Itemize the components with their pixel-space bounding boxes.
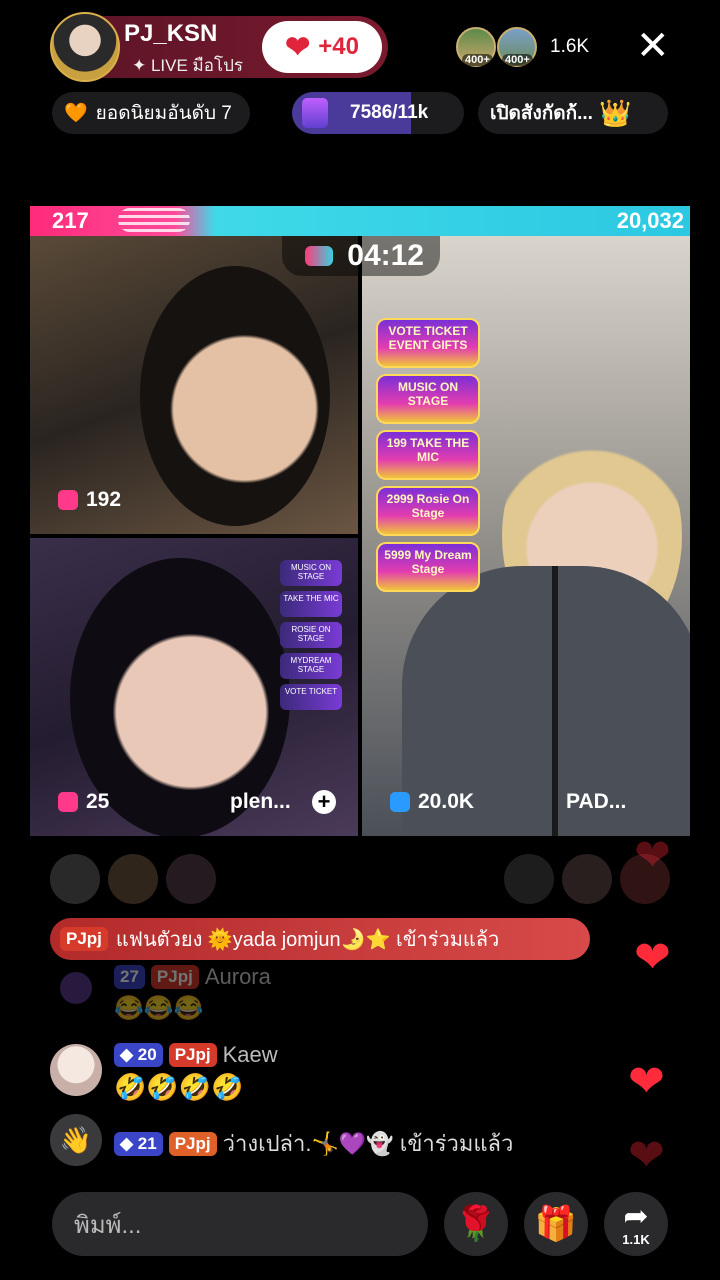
- floating-heart-icon: ❤: [628, 1131, 665, 1180]
- floating-heart-icon: ❤: [634, 831, 671, 880]
- heart-broken-icon: 🧡: [64, 103, 88, 124]
- share-button[interactable]: ➦ 1.1K: [604, 1192, 668, 1256]
- chat-username[interactable]: Aurora: [205, 964, 271, 990]
- floating-heart-icon: ❤: [628, 1057, 665, 1106]
- guest-1-count: 192: [86, 488, 122, 511]
- close-icon[interactable]: ✕: [636, 26, 670, 66]
- wave-icon: 👋: [59, 1124, 93, 1155]
- like-button[interactable]: ❤ +40: [262, 21, 382, 73]
- level-badge: ◆ 20: [114, 1043, 163, 1067]
- open-club-label: เปิดสังกัดก้...: [490, 103, 593, 124]
- fan-tag: PJpj: [168, 1131, 217, 1156]
- chat-username[interactable]: Kaew: [223, 1042, 278, 1068]
- floating-heart-icon: ❤: [634, 933, 671, 982]
- rose-gift-button[interactable]: 🌹: [444, 1192, 508, 1256]
- share-count: 1.1K: [622, 1231, 650, 1247]
- share-arrow-icon: ➦: [623, 1199, 649, 1233]
- speed-boost-icon: [118, 208, 190, 232]
- guest-2-count: 25: [86, 790, 110, 813]
- rank-label: ยอดนิยมอันดับ 7: [95, 103, 232, 124]
- chat-message-header: ◆ 20 PJpj Kaew: [114, 1042, 278, 1068]
- camera-icon: [390, 792, 410, 812]
- mini-gift-take-the-mic[interactable]: TAKE THE MIC: [280, 591, 342, 617]
- host-avatar[interactable]: [50, 12, 120, 82]
- join-banner-text: แฟนตัวยง 🌞yada jomjun🌛⭐ เข้าร่วมแล้ว: [115, 929, 500, 951]
- chat-text: 🤣🤣🤣🤣: [114, 1072, 244, 1102]
- gift-button[interactable]: 🎁: [524, 1192, 588, 1256]
- level-value: 20: [137, 1045, 157, 1064]
- level-badge: 27: [114, 965, 145, 989]
- level-value: 21: [137, 1133, 157, 1153]
- comment-input[interactable]: พิมพ์...: [52, 1192, 428, 1256]
- timer-label: 04:12: [347, 239, 424, 272]
- guest-2-name-label: plen...: [230, 790, 291, 813]
- mini-gift-vote-ticket[interactable]: VOTE TICKET: [280, 684, 342, 710]
- like-count: +40: [318, 33, 359, 60]
- viewer-count[interactable]: 1.6K: [550, 36, 589, 58]
- rose-icon: 🌹: [454, 1205, 498, 1243]
- chat-text: 😂😂😂: [114, 995, 204, 1022]
- open-club-chip[interactable]: เปิดสังกัดก้... 👑: [478, 92, 668, 134]
- guest-2-name[interactable]: plen...: [230, 790, 291, 814]
- viewer-badge-2: 400+: [502, 54, 533, 66]
- gift-take-the-mic[interactable]: 199 TAKE THE MIC: [376, 430, 480, 480]
- guest-3-stat: 20.0K: [390, 790, 474, 814]
- mini-gift-music-on-stage[interactable]: MUSIC ON STAGE: [280, 560, 342, 586]
- battle-score-left: 217: [52, 208, 89, 233]
- battle-score-right: 20,032: [616, 208, 684, 233]
- chat-avatar-wave[interactable]: 👋: [50, 1114, 102, 1166]
- host-subtitle: ✦ LIVE มือโปร: [132, 56, 244, 75]
- guest-1-stat: 192: [58, 488, 121, 512]
- comment-placeholder: พิมพ์...: [74, 1211, 142, 1239]
- fan-tag: PJpj: [60, 927, 108, 951]
- rank-chip[interactable]: 🧡 ยอดนิยมอันดับ 7: [52, 92, 250, 134]
- gift-my-dream-stage[interactable]: 5999 My Dream Stage: [376, 542, 480, 592]
- chat-message-2: ◆ 21 PJpj ว่างเปล่า.🤸💜👻 เข้าร่วมแล้ว: [114, 1126, 513, 1161]
- guest-3-name[interactable]: PAD...: [566, 790, 626, 814]
- fan-tag: PJpj: [168, 1043, 217, 1067]
- level-badge: ◆ 21: [114, 1131, 163, 1156]
- join-banner: PJpj แฟนตัวยง 🌞yada jomjun🌛⭐ เข้าร่วมแล้…: [50, 918, 590, 960]
- battle-timer: 04:12: [282, 236, 440, 276]
- camera-icon: [58, 792, 78, 812]
- gift-vote-ticket[interactable]: VOTE TICKET EVENT GIFTS: [376, 318, 480, 368]
- guest-3-name-label: PAD...: [566, 790, 627, 813]
- add-guest-icon[interactable]: +: [312, 790, 336, 814]
- battle-icon: [305, 246, 334, 266]
- audience-avatars[interactable]: [50, 854, 670, 904]
- gift-music-on-stage[interactable]: MUSIC ON STAGE: [376, 374, 480, 424]
- microphone-icon: [552, 566, 558, 836]
- mini-gift-mydream-stage[interactable]: MYDREAM STAGE: [280, 653, 342, 679]
- mini-gift-rosie-on-stage[interactable]: ROSIE ON STAGE: [280, 622, 342, 648]
- progress-chip[interactable]: 7586/11k: [292, 92, 464, 134]
- chat-avatar[interactable]: [50, 1044, 102, 1096]
- progress-label: 7586/11k: [350, 102, 429, 123]
- chat-text: ว่างเปล่า.🤸💜👻 เข้าร่วมแล้ว: [222, 1131, 514, 1156]
- camera-icon: [58, 490, 78, 510]
- host-name[interactable]: PJ_KSN: [124, 20, 217, 48]
- crown-icon: 👑: [598, 97, 632, 128]
- fan-tag: PJpj: [150, 965, 199, 989]
- guest-2-stat: 25: [58, 790, 109, 814]
- gift-rosie-on-stage[interactable]: 2999 Rosie On Stage: [376, 486, 480, 536]
- event-gifts-panel[interactable]: VOTE TICKET EVENT GIFTS MUSIC ON STAGE 1…: [376, 318, 480, 596]
- gift-icon: 🎁: [534, 1205, 578, 1243]
- mini-gifts-panel[interactable]: MUSIC ON STAGE TAKE THE MIC ROSIE ON STA…: [280, 560, 342, 715]
- guest-3-count: 20.0K: [418, 790, 475, 813]
- viewer-badge-1: 400+: [462, 54, 493, 66]
- gift-box-icon: [302, 98, 328, 128]
- heart-icon: ❤: [285, 30, 311, 64]
- chat-avatar[interactable]: [60, 972, 92, 1004]
